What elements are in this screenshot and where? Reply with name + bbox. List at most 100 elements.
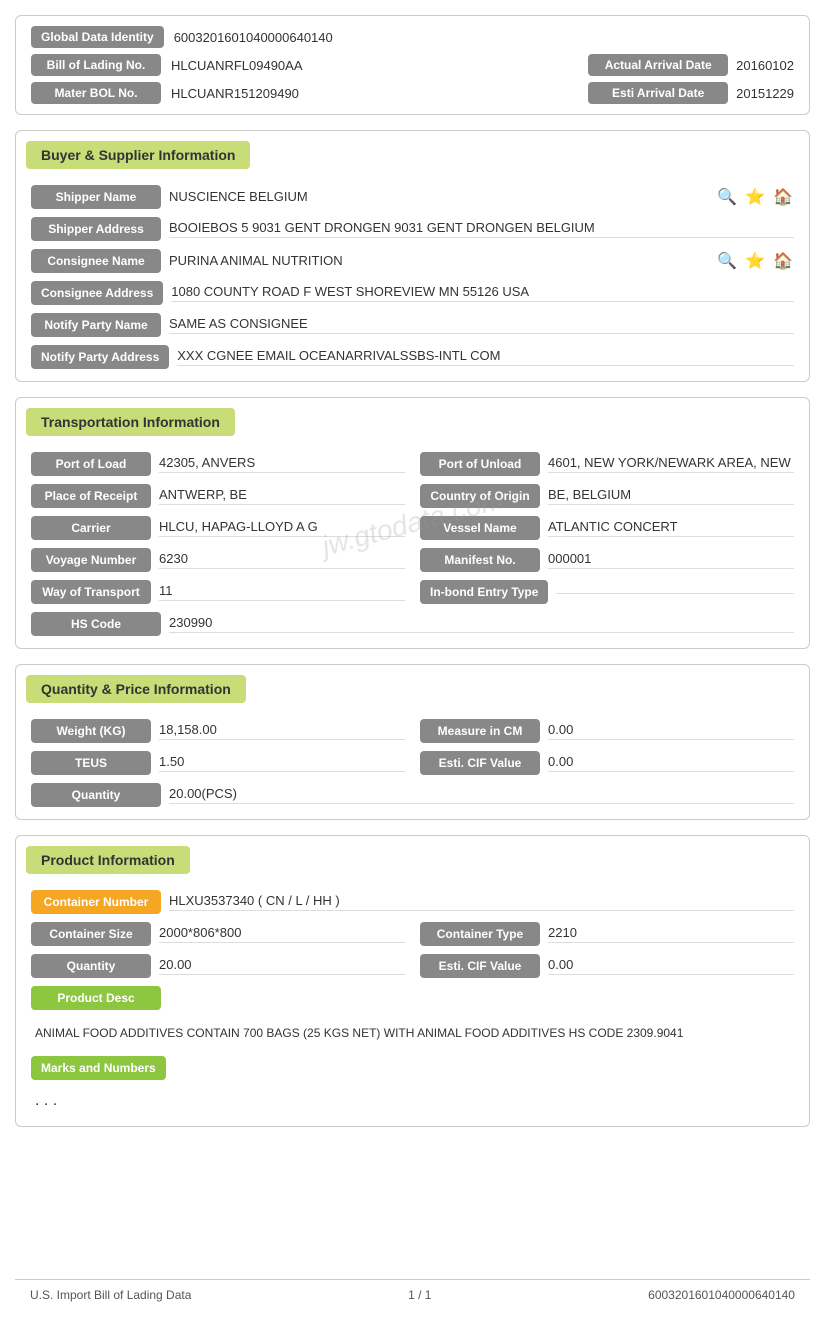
container-size-col: Container Size 2000*806*800 (31, 922, 405, 946)
container-size-type-row: Container Size 2000*806*800 Container Ty… (31, 922, 794, 946)
origin-value: BE, BELGIUM (548, 487, 794, 505)
notify-name-row: Notify Party Name SAME AS CONSIGNEE (31, 313, 794, 337)
port-unload-col: Port of Unload 4601, NEW YORK/NEWARK ARE… (420, 452, 794, 476)
notify-address-value: XXX CGNEE EMAIL OCEANARRIVALSSBS-INTL CO… (177, 348, 794, 366)
product-quantity-col: Quantity 20.00 (31, 954, 405, 978)
master-bol-row: Mater BOL No. HLCUANR151209490 Esti Arri… (31, 82, 794, 104)
teus-cif-row: TEUS 1.50 Esti. CIF Value 0.00 (31, 751, 794, 775)
vessel-label: Vessel Name (420, 516, 540, 540)
container-type-label: Container Type (420, 922, 540, 946)
voyage-manifest-row: Voyage Number 6230 Manifest No. 000001 (31, 548, 794, 572)
footer-center: 1 / 1 (408, 1288, 431, 1302)
esti-cif-value: 0.00 (548, 754, 794, 772)
product-desc-row: Product Desc (31, 986, 794, 1010)
product-quantity-cif-row: Quantity 20.00 Esti. CIF Value 0.00 (31, 954, 794, 978)
consignee-name-value: PURINA ANIMAL NUTRITION (169, 253, 706, 270)
shipper-name-value: NUSCIENCE BELGIUM (169, 189, 706, 206)
carrier-vessel-row: Carrier HLCU, HAPAG-LLOYD A G Vessel Nam… (31, 516, 794, 540)
vessel-value: ATLANTIC CONCERT (548, 519, 794, 537)
product-cif-value: 0.00 (548, 957, 794, 975)
product-cif-label: Esti. CIF Value (420, 954, 540, 978)
port-load-value: 42305, ANVERS (159, 455, 405, 473)
quantity-row: Quantity 20.00(PCS) (31, 783, 794, 807)
notify-name-value: SAME AS CONSIGNEE (169, 316, 794, 334)
hs-code-label: HS Code (31, 612, 161, 636)
marks-numbers-label: Marks and Numbers (31, 1056, 166, 1080)
hs-code-row: HS Code 230990 (31, 612, 794, 636)
actual-arrival-value: 20160102 (736, 58, 794, 73)
weight-measure-row: Weight (KG) 18,158.00 Measure in CM 0.00 (31, 719, 794, 743)
esti-cif-col: Esti. CIF Value 0.00 (420, 751, 794, 775)
hs-code-value: 230990 (169, 615, 794, 633)
product-desc-label: Product Desc (31, 986, 161, 1010)
consignee-star-icon[interactable]: ⭐ (744, 250, 766, 272)
buyer-supplier-header: Buyer & Supplier Information (26, 141, 250, 169)
teus-value: 1.50 (159, 754, 405, 772)
manifest-value: 000001 (548, 551, 794, 569)
measure-col: Measure in CM 0.00 (420, 719, 794, 743)
notify-address-label: Notify Party Address (31, 345, 169, 369)
transport-value: 11 (159, 583, 405, 601)
voyage-col: Voyage Number 6230 (31, 548, 405, 572)
container-type-col: Container Type 2210 (420, 922, 794, 946)
consignee-address-label: Consignee Address (31, 281, 163, 305)
master-bol-value: HLCUANR151209490 (171, 86, 588, 101)
actual-arrival-label: Actual Arrival Date (588, 54, 728, 76)
product-info-header: Product Information (26, 846, 190, 874)
shipper-search-icon[interactable]: 🔍 (716, 186, 738, 208)
consignee-address-row: Consignee Address 1080 COUNTY ROAD F WES… (31, 281, 794, 305)
esti-arrival-label: Esti Arrival Date (588, 82, 728, 104)
receipt-label: Place of Receipt (31, 484, 151, 508)
manifest-label: Manifest No. (420, 548, 540, 572)
master-bol-label: Mater BOL No. (31, 82, 161, 104)
inbond-value (556, 591, 794, 594)
product-info-body: Container Number HLXU3537340 ( CN / L / … (16, 882, 809, 1126)
global-data-row: Global Data Identity 6003201601040000640… (31, 26, 794, 48)
bol-row: Bill of Lading No. HLCUANRFL09490AA Actu… (31, 54, 794, 76)
transport-col: Way of Transport 11 (31, 580, 405, 604)
shipper-address-row: Shipper Address BOOIEBOS 5 9031 GENT DRO… (31, 217, 794, 241)
product-info-section: Product Information Container Number HLX… (15, 835, 810, 1127)
weight-value: 18,158.00 (159, 722, 405, 740)
shipper-star-icon[interactable]: ⭐ (744, 186, 766, 208)
port-unload-label: Port of Unload (420, 452, 540, 476)
transportation-header: Transportation Information (26, 408, 235, 436)
consignee-search-icon[interactable]: 🔍 (716, 250, 738, 272)
measure-label: Measure in CM (420, 719, 540, 743)
port-row: Port of Load 42305, ANVERS Port of Unloa… (31, 452, 794, 476)
marks-numbers-value: . . . (31, 1088, 794, 1114)
shipper-home-icon[interactable]: 🏠 (772, 186, 794, 208)
page-wrapper: Global Data Identity 6003201601040000640… (0, 0, 825, 1325)
port-load-label: Port of Load (31, 452, 151, 476)
page-footer: U.S. Import Bill of Lading Data 1 / 1 60… (15, 1279, 810, 1310)
consignee-home-icon[interactable]: 🏠 (772, 250, 794, 272)
shipper-icon-group: 🔍 ⭐ 🏠 (716, 186, 794, 208)
bol-value: HLCUANRFL09490AA (171, 58, 588, 73)
origin-label: Country of Origin (420, 484, 540, 508)
shipper-address-value: BOOIEBOS 5 9031 GENT DRONGEN 9031 GENT D… (169, 220, 794, 238)
transport-inbond-row: Way of Transport 11 In-bond Entry Type (31, 580, 794, 604)
bol-label: Bill of Lading No. (31, 54, 161, 76)
voyage-value: 6230 (159, 551, 405, 569)
container-size-label: Container Size (31, 922, 151, 946)
carrier-col: Carrier HLCU, HAPAG-LLOYD A G (31, 516, 405, 540)
consignee-name-row: Consignee Name PURINA ANIMAL NUTRITION 🔍… (31, 249, 794, 273)
voyage-label: Voyage Number (31, 548, 151, 572)
receipt-origin-row: Place of Receipt ANTWERP, BE Country of … (31, 484, 794, 508)
esti-cif-label: Esti. CIF Value (420, 751, 540, 775)
carrier-value: HLCU, HAPAG-LLOYD A G (159, 519, 405, 537)
manifest-col: Manifest No. 000001 (420, 548, 794, 572)
container-number-value: HLXU3537340 ( CN / L / HH ) (169, 893, 794, 911)
vessel-col: Vessel Name ATLANTIC CONCERT (420, 516, 794, 540)
quantity-price-section: Quantity & Price Information Weight (KG)… (15, 664, 810, 820)
measure-value: 0.00 (548, 722, 794, 740)
identity-section: Global Data Identity 6003201601040000640… (15, 15, 810, 115)
esti-arrival-value: 20151229 (736, 86, 794, 101)
buyer-supplier-section: Buyer & Supplier Information Shipper Nam… (15, 130, 810, 382)
container-type-value: 2210 (548, 925, 794, 943)
quantity-label: Quantity (31, 783, 161, 807)
origin-col: Country of Origin BE, BELGIUM (420, 484, 794, 508)
quantity-price-header: Quantity & Price Information (26, 675, 246, 703)
receipt-col: Place of Receipt ANTWERP, BE (31, 484, 405, 508)
global-data-value: 6003201601040000640140 (174, 30, 333, 45)
